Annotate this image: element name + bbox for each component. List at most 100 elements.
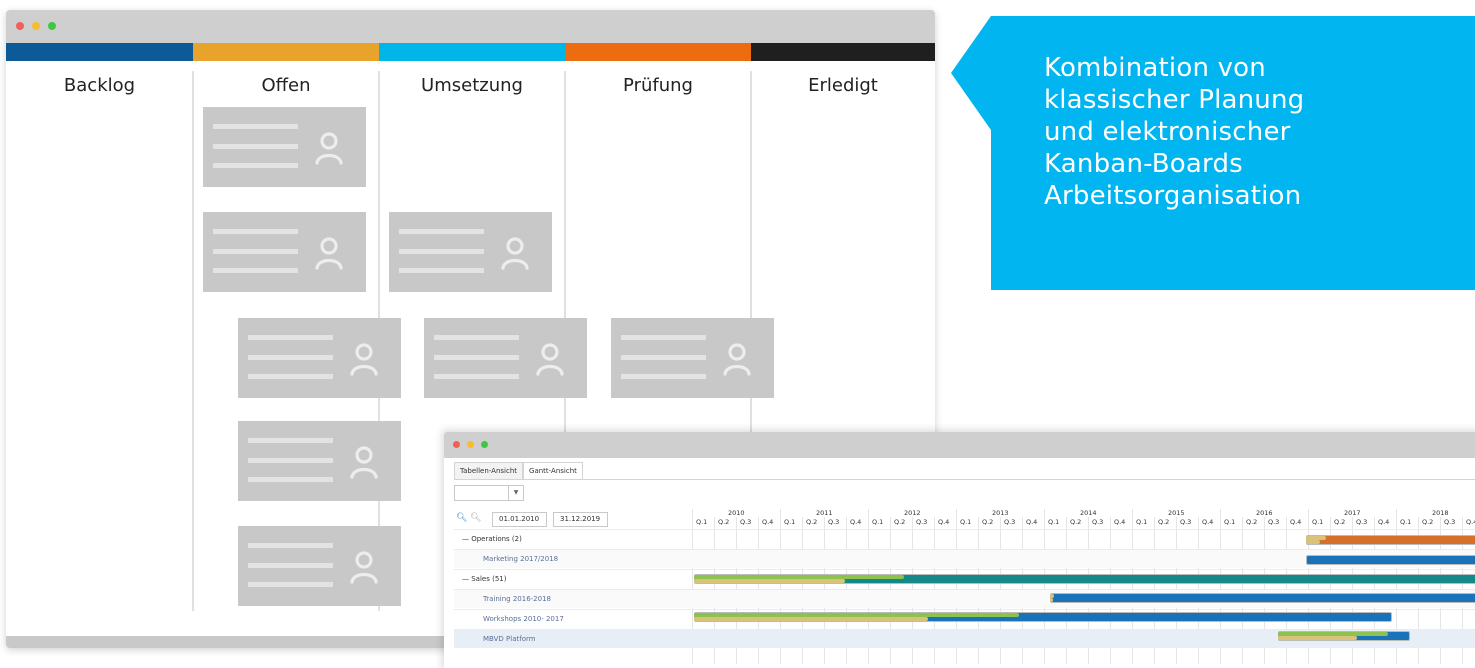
callout-line: klassischer Planung <box>1044 85 1305 115</box>
card-text-placeholder <box>248 355 333 360</box>
gantt-row-label: MBVD Platform <box>483 635 536 643</box>
user-icon <box>500 236 530 270</box>
gantt-row-label: — Operations (2) <box>462 535 522 543</box>
callout-line: Arbeitsorganisation <box>1044 181 1302 211</box>
kanban-card[interactable] <box>203 107 366 187</box>
timeline-quarter: Q.4 <box>1378 518 1390 526</box>
gantt-bar[interactable] <box>1050 593 1475 603</box>
maximize-dot-icon[interactable] <box>48 22 56 30</box>
timeline-quarter: Q.1 <box>696 518 708 526</box>
gantt-row-label: Marketing 2017/2018 <box>483 555 559 563</box>
timeline-year: 2016 <box>1256 509 1273 517</box>
column-color-segment <box>6 43 193 61</box>
timeline-quarter: Q.2 <box>806 518 818 526</box>
user-icon <box>722 342 752 376</box>
column-header-erledigt: Erledigt <box>808 75 878 96</box>
tab-gantt-view[interactable]: Gantt-Ansicht <box>523 462 583 479</box>
minimize-dot-icon[interactable] <box>32 22 40 30</box>
timeline-quarter: Q.2 <box>1070 518 1082 526</box>
timeline-quarter: Q.4 <box>850 518 862 526</box>
card-text-placeholder <box>213 124 298 129</box>
card-text-placeholder <box>213 229 298 234</box>
card-text-placeholder <box>434 335 519 340</box>
kanban-card[interactable] <box>238 421 401 501</box>
timeline-quarter: Q.2 <box>1246 518 1258 526</box>
card-text-placeholder <box>434 355 519 360</box>
close-dot-icon[interactable] <box>16 22 24 30</box>
callout-text: Kombination von klassischer Planung und … <box>1044 52 1464 212</box>
column-header-offen: Offen <box>261 75 311 96</box>
callout-line: Kanban-Boards <box>1044 149 1243 179</box>
user-icon <box>314 236 344 270</box>
user-icon <box>349 445 379 479</box>
column-color-segment <box>565 43 751 61</box>
timeline-year: 2011 <box>816 509 833 517</box>
kanban-card[interactable] <box>424 318 587 398</box>
chevron-down-icon[interactable]: ▼ <box>508 486 523 500</box>
card-text-placeholder <box>399 249 484 254</box>
date-to-input[interactable]: 31.12.2019 <box>553 512 608 527</box>
timeline-quarter: Q.2 <box>1422 518 1434 526</box>
timeline-quarter: Q.3 <box>828 518 840 526</box>
gantt-bar[interactable] <box>1306 555 1475 565</box>
timeline-quarter: Q.4 <box>1290 518 1302 526</box>
card-text-placeholder <box>213 268 298 273</box>
gantt-bar[interactable] <box>1306 535 1475 545</box>
column-color-segment <box>193 43 379 61</box>
close-dot-icon[interactable] <box>453 441 460 448</box>
timeline-quarter: Q.3 <box>1444 518 1456 526</box>
column-color-bar <box>6 43 935 61</box>
card-text-placeholder <box>621 355 706 360</box>
column-headers: Backlog Offen Umsetzung Prüfung Erledigt <box>6 61 935 111</box>
column-header-umsetzung: Umsetzung <box>421 75 523 96</box>
column-header-backlog: Backlog <box>63 75 136 96</box>
gantt-baseline <box>694 617 928 621</box>
gantt-baseline <box>694 579 845 583</box>
timeline-quarter: Q.2 <box>1334 518 1346 526</box>
column-divider <box>192 71 194 611</box>
kanban-titlebar <box>6 10 935 43</box>
gantt-row-label: Workshops 2010- 2017 <box>483 615 564 623</box>
gantt-titlebar <box>444 432 1475 458</box>
kanban-card[interactable] <box>238 318 401 398</box>
card-text-placeholder <box>248 477 333 482</box>
card-text-placeholder <box>213 249 298 254</box>
gantt-row-label: — Sales (51) <box>462 575 507 583</box>
kanban-card[interactable] <box>611 318 774 398</box>
timeline-quarter: Q.2 <box>894 518 906 526</box>
callout-line: Kombination von <box>1044 53 1266 83</box>
maximize-dot-icon[interactable] <box>481 441 488 448</box>
tab-table-view[interactable]: Tabellen-Ansicht <box>454 462 524 479</box>
timeline-quarter: Q.4 <box>1114 518 1126 526</box>
card-text-placeholder <box>621 335 706 340</box>
timeline-quarter: Q.1 <box>1048 518 1060 526</box>
timeline-quarter: Q.4 <box>762 518 774 526</box>
card-text-placeholder <box>248 582 333 587</box>
timeline-quarter: Q.3 <box>1268 518 1280 526</box>
kanban-card[interactable] <box>389 212 552 292</box>
zoom-in-icon[interactable]: 🔍︎ <box>456 513 467 523</box>
kanban-card[interactable] <box>238 526 401 606</box>
user-icon <box>535 342 565 376</box>
timeline-quarter: Q.3 <box>1356 518 1368 526</box>
minimize-dot-icon[interactable] <box>467 441 474 448</box>
timeline-quarter: Q.2 <box>1158 518 1170 526</box>
card-text-placeholder <box>621 374 706 379</box>
user-icon <box>314 131 344 165</box>
timeline-year: 2013 <box>992 509 1009 517</box>
timeline-quarter: Q.3 <box>916 518 928 526</box>
timeline-quarter: Q.3 <box>1180 518 1192 526</box>
user-icon <box>349 342 379 376</box>
filter-select[interactable]: ▼ <box>454 485 524 501</box>
date-from-input[interactable]: 01.01.2010 <box>492 512 547 527</box>
timeline-quarter: Q.2 <box>982 518 994 526</box>
kanban-card[interactable] <box>203 212 366 292</box>
timeline-quarter: Q.4 <box>1466 518 1475 526</box>
zoom-out-icon[interactable]: 🔍︎ <box>470 513 481 523</box>
user-icon <box>349 550 379 584</box>
timeline-quarter: Q.3 <box>740 518 752 526</box>
timeline-year: 2018 <box>1432 509 1449 517</box>
card-text-placeholder <box>248 458 333 463</box>
tab-divider <box>454 479 1475 480</box>
column-color-segment <box>379 43 565 61</box>
